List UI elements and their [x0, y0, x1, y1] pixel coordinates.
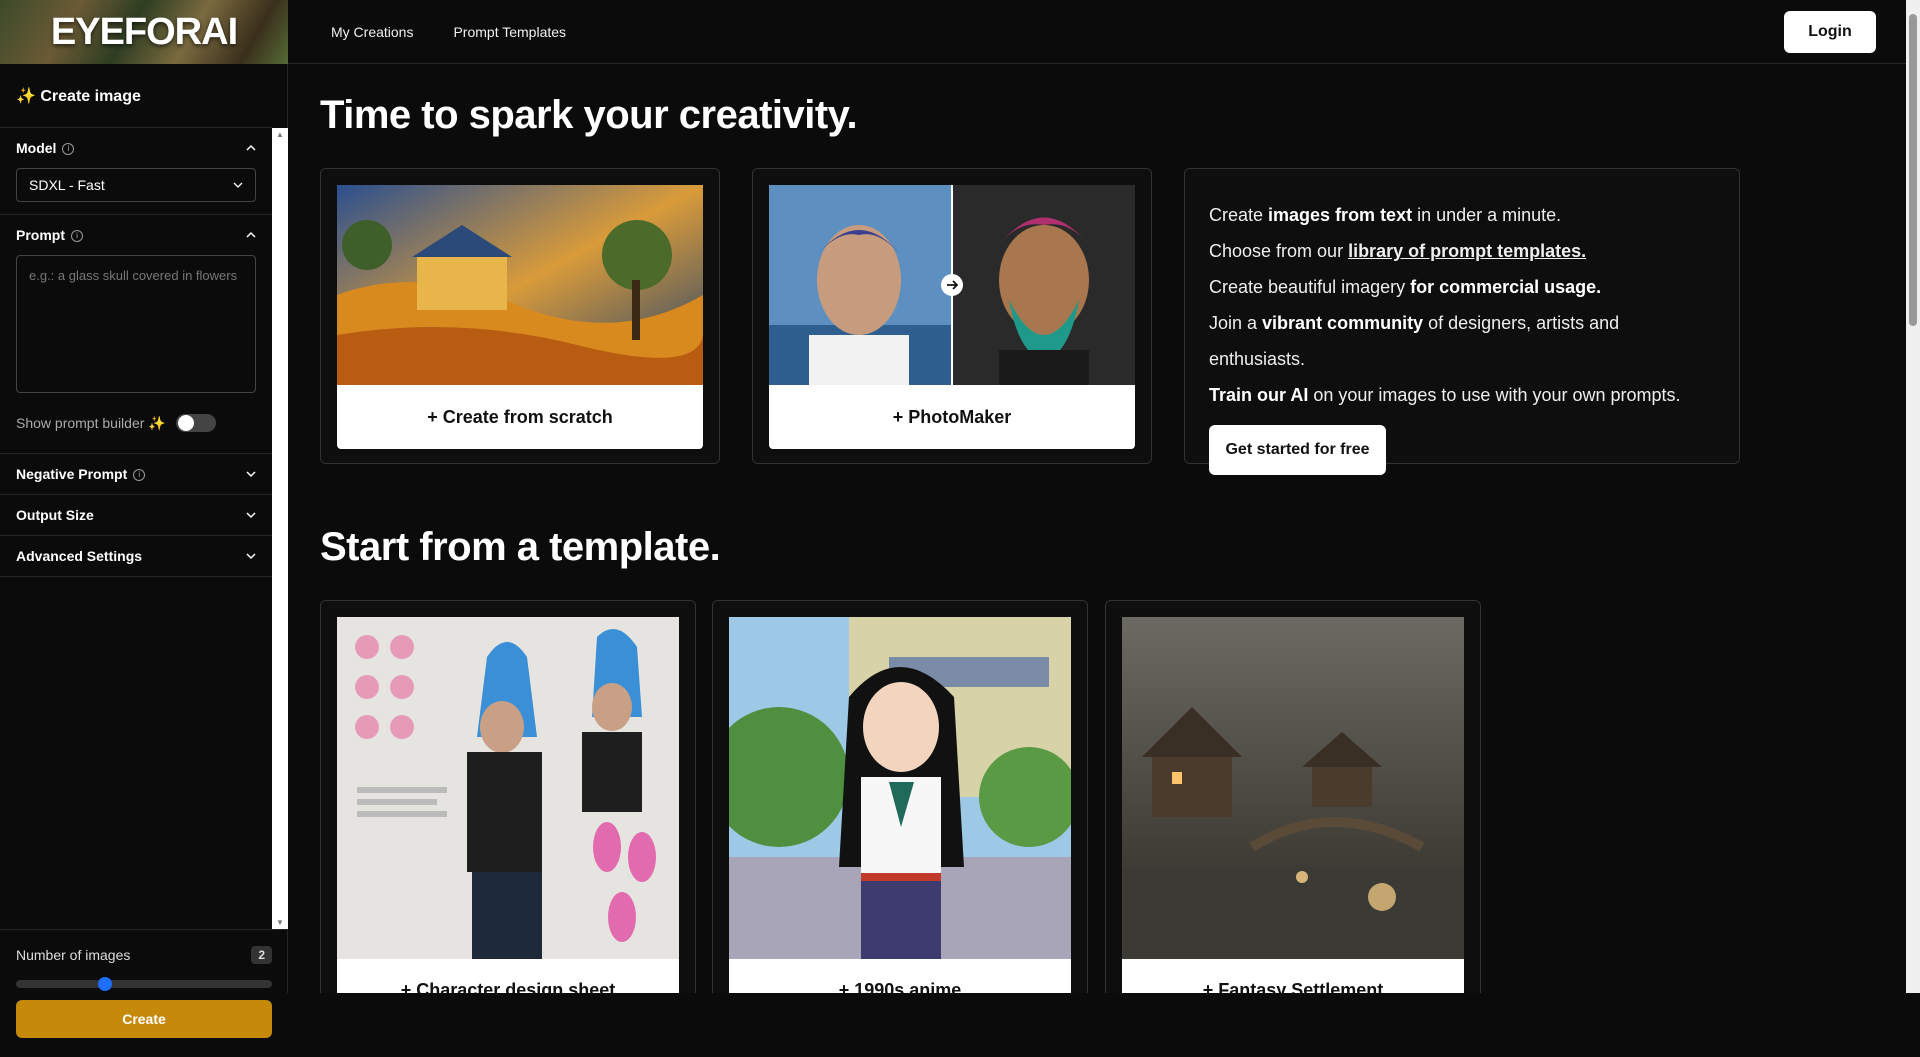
- output-size-section[interactable]: Output Size: [0, 495, 272, 536]
- info-icon[interactable]: i: [71, 230, 83, 243]
- output-size-label: Output Size: [16, 507, 94, 523]
- heading-spark: Time to spark your creativity.: [320, 93, 858, 137]
- sidebar-scrollbar[interactable]: ▲ ▼: [272, 128, 288, 929]
- page-scrollbar[interactable]: [1906, 0, 1920, 993]
- prompt-section: Prompt i e.g.: a glass skull covered in f…: [0, 215, 272, 454]
- model-header[interactable]: Model i: [16, 128, 256, 168]
- num-images-slider[interactable]: [16, 977, 272, 991]
- slider-knob[interactable]: [98, 977, 112, 991]
- promo-line-2: Choose from our library of prompt templa…: [1209, 241, 1587, 261]
- scroll-down-arrow-icon[interactable]: ▼: [276, 918, 284, 927]
- painting-image: [337, 185, 703, 385]
- nav: My Creations Prompt Templates: [331, 24, 566, 40]
- sidebar-scroll: Model i SDXL - Fast Prompt i e.g.: a glass…: [0, 128, 272, 929]
- photomaker-image: [769, 185, 1135, 385]
- main-content: Time to spark your creativity. + Create …: [288, 65, 1906, 993]
- chevron-down-icon: [246, 471, 256, 478]
- model-section: Model i SDXL - Fast: [0, 128, 272, 215]
- prompt-input[interactable]: e.g.: a glass skull covered in flowers: [16, 255, 256, 393]
- fantasy-settlement-image: [1122, 617, 1464, 959]
- num-images-value: 2: [251, 946, 272, 964]
- chevron-down-icon: [246, 553, 256, 560]
- model-label: Model: [16, 140, 57, 156]
- info-icon[interactable]: i: [62, 143, 75, 156]
- get-started-button[interactable]: Get started for free: [1209, 425, 1386, 475]
- scrollbar-thumb[interactable]: [1909, 14, 1917, 326]
- num-images-label: Number of images: [16, 947, 131, 963]
- nav-my-creations[interactable]: My Creations: [331, 24, 413, 40]
- logo[interactable]: EYEFORAI: [0, 0, 288, 64]
- negative-prompt-section[interactable]: Negative Prompt i: [0, 454, 272, 495]
- model-select[interactable]: SDXL - Fast: [16, 168, 256, 202]
- promo-card: Create images from text in under a minut…: [1184, 168, 1740, 475]
- chevron-up-icon: [246, 231, 256, 238]
- create-from-scratch-label: + Create from scratch: [337, 385, 703, 449]
- anime-image: [729, 617, 1071, 959]
- prompt-label: Prompt: [16, 227, 65, 243]
- template-label-character: + Character design sheet: [337, 959, 679, 993]
- sidebar-title: ✨ Create image: [0, 64, 272, 128]
- chevron-up-icon: [246, 144, 256, 151]
- template-card-character[interactable]: + Character design sheet: [320, 600, 696, 993]
- model-value: SDXL - Fast: [29, 177, 105, 193]
- scroll-up-arrow-icon[interactable]: ▲: [276, 130, 284, 139]
- nav-prompt-templates[interactable]: Prompt Templates: [453, 24, 566, 40]
- info-icon[interactable]: i: [133, 469, 146, 482]
- prompt-header[interactable]: Prompt i: [16, 215, 256, 255]
- template-label-fantasy: + Fantasy Settlement: [1122, 959, 1464, 993]
- prompt-builder-label: Show prompt builder ✨: [16, 414, 166, 431]
- promo-line-4: Join a vibrant community of designers, a…: [1209, 313, 1620, 369]
- top-bar: EYEFORAI My Creations Prompt Templates L…: [0, 0, 1906, 64]
- chevron-down-icon: [233, 182, 243, 188]
- promo-line-5: Train our AI on your images to use with …: [1209, 385, 1681, 405]
- template-card-fantasy[interactable]: + Fantasy Settlement: [1105, 600, 1481, 993]
- prompt-templates-link[interactable]: library of prompt templates.: [1348, 241, 1586, 261]
- create-from-scratch-card[interactable]: + Create from scratch: [320, 168, 720, 464]
- promo-line-1: Create images from text in under a minut…: [1209, 205, 1562, 225]
- create-button[interactable]: Create: [16, 1000, 272, 1038]
- advanced-settings-section[interactable]: Advanced Settings: [0, 536, 272, 577]
- prompt-builder-toggle[interactable]: [175, 414, 216, 432]
- logo-text: EYEFORAI: [50, 10, 238, 53]
- template-label-anime: + 1990s anime: [729, 959, 1071, 993]
- sidebar: ✨ Create image Model i SDXL - Fast Prompt…: [0, 64, 288, 1038]
- photomaker-label: + PhotoMaker: [769, 385, 1135, 449]
- negative-prompt-label: Negative Prompt: [16, 466, 128, 482]
- login-button[interactable]: Login: [1784, 11, 1876, 53]
- prompt-builder-row: Show prompt builder ✨: [16, 393, 256, 453]
- sidebar-footer: Number of images 2 Create: [0, 929, 288, 1057]
- character-sheet-image: [337, 617, 679, 959]
- heading-template: Start from a template.: [320, 525, 721, 569]
- chevron-down-icon: [246, 512, 256, 519]
- photomaker-card[interactable]: + PhotoMaker: [752, 168, 1152, 464]
- advanced-settings-label: Advanced Settings: [16, 548, 143, 564]
- template-card-anime[interactable]: + 1990s anime: [712, 600, 1088, 993]
- promo-line-3: Create beautiful imagery for commercial …: [1209, 277, 1602, 297]
